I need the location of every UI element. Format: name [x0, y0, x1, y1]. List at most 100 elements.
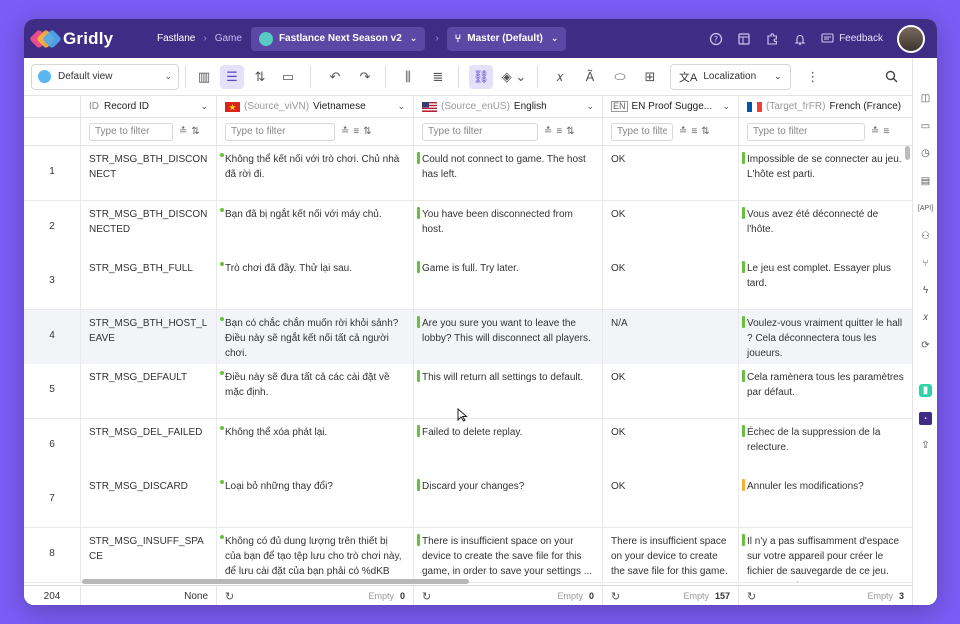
filter-options-icon[interactable]: ≛≡⇅	[679, 126, 714, 137]
automation-icon[interactable]: ϟ	[919, 284, 932, 297]
cell-fr[interactable]: Échec de la suppression de la relecture.	[739, 419, 912, 474]
cell-proof[interactable]: OK	[603, 146, 739, 201]
more-icon[interactable]: ⋮	[801, 65, 825, 89]
sort-icon[interactable]: ⇅	[248, 65, 272, 89]
filter-input-vietnamese[interactable]	[225, 122, 335, 141]
branch-icon[interactable]: ⑂	[919, 257, 932, 270]
cell-en[interactable]: Could not connect to game. The host has …	[414, 146, 603, 201]
cell-id[interactable]: STR_MSG_DEL_FAILED	[81, 419, 217, 474]
cell-proof[interactable]: OK	[603, 364, 739, 419]
cell-id[interactable]: STR_MSG_DEFAULT	[81, 364, 217, 419]
undo-icon[interactable]: ↶	[323, 65, 347, 89]
cell-vi[interactable]: Điều này sẽ đưa tất cả các cài đặt về mặ…	[217, 364, 414, 419]
localization-button[interactable]: 文A Localization ⌄	[670, 63, 791, 90]
column-header-en-proof[interactable]: EN EN Proof Sugge... ⌄	[603, 96, 739, 118]
cell-vi[interactable]: Loại bỏ những thay đổi?	[217, 473, 414, 528]
filter-icon[interactable]: ☰	[220, 64, 244, 89]
cell-en[interactable]: This will return all settings to default…	[414, 364, 603, 419]
link-icon[interactable]: ⛓	[469, 64, 493, 89]
search-icon[interactable]	[879, 65, 903, 89]
column-header-record-id[interactable]: ID Record ID ⌄	[81, 96, 217, 118]
cell-fr[interactable]: Le jeu est complet. Essayer plus tard.	[739, 255, 912, 310]
cell-vi[interactable]: Không thể xóa phát lại.	[217, 419, 414, 474]
filter-options-icon[interactable]: ≛≡	[871, 126, 893, 137]
filter-input-record-id[interactable]	[89, 122, 173, 141]
gridly-logo[interactable]: Gridly	[29, 29, 147, 49]
spellcheck-icon[interactable]: Ã	[578, 65, 602, 89]
record-history-icon[interactable]: ◫	[919, 92, 932, 105]
cell-proof[interactable]: There is insufficient space on your devi…	[603, 528, 739, 583]
cell-en[interactable]: Discard your changes?	[414, 473, 603, 528]
api-icon[interactable]: [API]	[918, 202, 933, 215]
cell-vi[interactable]: Bạn có chắc chắn muốn rời khỏi sảnh? Điề…	[217, 310, 414, 365]
row-number[interactable]: 6	[24, 419, 81, 474]
cell-fr[interactable]: Cela ramènera tous les paramètres par dé…	[739, 364, 912, 419]
puzzle-icon[interactable]	[765, 32, 779, 46]
sync-icon[interactable]: ⟳	[919, 339, 932, 352]
cell-vi[interactable]: Bạn đã bị ngắt kết nối với máy chủ.	[217, 201, 414, 256]
cell-en[interactable]: Failed to delete replay.	[414, 419, 603, 474]
rows-icon[interactable]: ≣	[426, 65, 450, 89]
row-number[interactable]: 1	[24, 146, 81, 201]
filter-input-english[interactable]	[422, 122, 538, 141]
cell-proof[interactable]: OK	[603, 255, 739, 310]
filter-input-en-proof[interactable]	[611, 122, 673, 141]
feedback-button[interactable]: Feedback	[821, 32, 883, 45]
cell-proof[interactable]: OK	[603, 419, 739, 474]
cell-id[interactable]: STR_MSG_BTH_DISCONNECT	[81, 146, 217, 201]
cell-fr[interactable]: Vous avez été déconnecté de l'hôte.	[739, 201, 912, 256]
row-number[interactable]: 5	[24, 364, 81, 419]
column-header-vietnamese[interactable]: (Source_viVN) Vietnamese ⌄	[217, 96, 414, 118]
filter-options-icon[interactable]: ≛⇅	[179, 126, 204, 137]
vertical-scrollbar[interactable]	[905, 146, 910, 160]
cell-id[interactable]: STR_MSG_BTH_DISCONNECTED	[81, 201, 217, 256]
refresh-icon[interactable]: ↻	[747, 590, 756, 603]
bell-icon[interactable]	[793, 32, 807, 46]
filter-options-icon[interactable]: ≛≡⇅	[341, 126, 376, 137]
cell-id[interactable]: STR_MSG_BTH_HOST_LEAVE	[81, 310, 217, 365]
formula-icon[interactable]: 𝑥	[919, 311, 932, 324]
history-icon[interactable]: ◷	[919, 147, 932, 160]
layout-icon[interactable]: ⊞	[638, 65, 662, 89]
comments-icon[interactable]: ▭	[919, 120, 932, 133]
folder-icon[interactable]: ▭	[276, 65, 300, 89]
filter-options-icon[interactable]: ≛≡⇅	[544, 126, 579, 137]
tag-icon[interactable]: ⬭	[608, 65, 632, 89]
cell-fr[interactable]: Voulez-vous vraiment quitter le hall ? C…	[739, 310, 912, 365]
cell-vi[interactable]: Không có đủ dung lượng trên thiết bị của…	[217, 528, 414, 583]
view-selector[interactable]: Default view ⌄	[31, 63, 179, 90]
column-header-english[interactable]: (Source_enUS) English ⌄	[414, 96, 603, 118]
grid-view-icon[interactable]: ▥	[192, 65, 216, 89]
columns-icon[interactable]: ⫼	[396, 65, 420, 89]
cell-vi[interactable]: Trò chơi đã đầy. Thử lại sau.	[217, 255, 414, 310]
row-number[interactable]: 3	[24, 255, 81, 310]
cell-fr[interactable]: Annuler les modifications?	[739, 473, 912, 528]
breadcrumb-game[interactable]: Game	[215, 33, 242, 44]
export-icon[interactable]: ⇪	[919, 439, 932, 452]
refresh-icon[interactable]: ↻	[225, 590, 234, 603]
cell-fr[interactable]: Impossible de se connecter au jeu. L'hôt…	[739, 146, 912, 201]
cell-vi[interactable]: Không thể kết nối với trò chơi. Chủ nhà …	[217, 146, 414, 201]
cell-proof[interactable]: N/A	[603, 310, 739, 365]
project-selector[interactable]: Fastlance Next Season v2 ⌄	[250, 26, 426, 51]
refresh-icon[interactable]: ↻	[422, 590, 431, 603]
cell-en[interactable]: There is insufficient space on your devi…	[414, 528, 603, 583]
horizontal-scrollbar[interactable]	[82, 579, 469, 584]
breadcrumb-company[interactable]: Fastlane	[157, 33, 195, 44]
cell-fr[interactable]: Il n'y a pas suffisamment d'espace sur v…	[739, 528, 912, 583]
column-header-french[interactable]: (Target_frFR) French (France)	[739, 96, 912, 118]
plugin-app-icon[interactable]: ▪	[919, 412, 932, 425]
cell-id[interactable]: STR_MSG_BTH_FULL	[81, 255, 217, 310]
cell-proof[interactable]: OK	[603, 473, 739, 528]
layout-panel-icon[interactable]	[737, 32, 751, 46]
filter-input-french[interactable]	[747, 122, 865, 141]
footer-id-aggregate[interactable]: None	[81, 586, 217, 605]
cell-proof[interactable]: OK	[603, 201, 739, 256]
refresh-icon[interactable]: ↻	[611, 590, 620, 603]
fill-color-icon[interactable]: ◈ ⌄	[497, 65, 531, 89]
users-icon[interactable]: ⚇	[919, 230, 932, 243]
row-number[interactable]: 7	[24, 473, 81, 528]
formula-icon[interactable]: 𝑥	[548, 65, 572, 89]
branch-selector[interactable]: ⑂ Master (Default) ⌄	[446, 26, 567, 51]
cell-id[interactable]: STR_MSG_INSUFF_SPACE	[81, 528, 217, 583]
